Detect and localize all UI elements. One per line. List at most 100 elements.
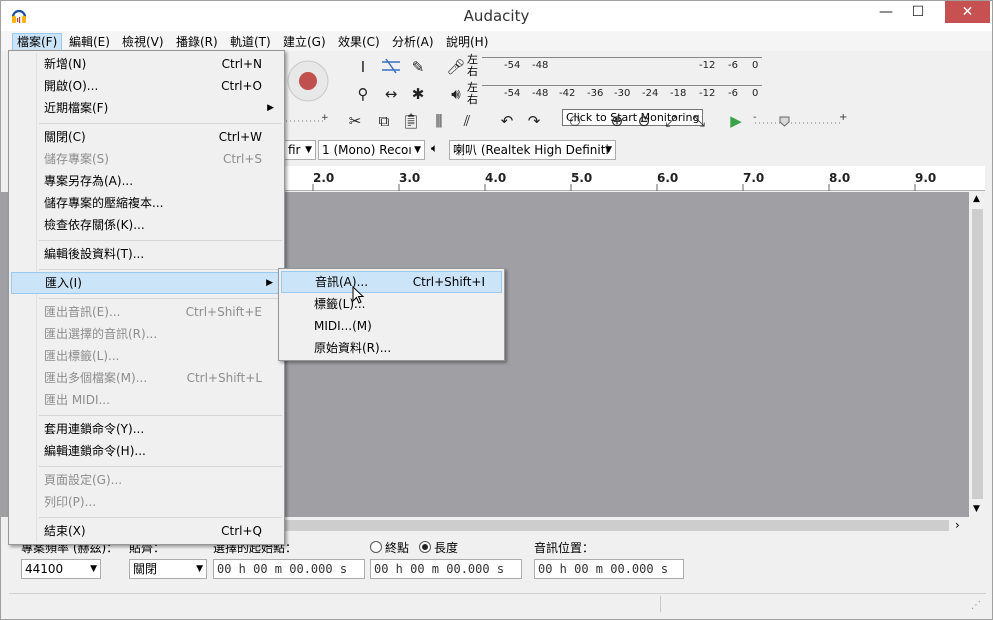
paste-icon[interactable]: 📋︎ xyxy=(399,110,423,132)
cut-icon[interactable]: ✂ xyxy=(343,110,367,132)
play-speed-slider[interactable]: - + xyxy=(753,112,848,127)
multi-tool-icon[interactable]: ✱ xyxy=(406,83,430,105)
menu-item-close[interactable]: 關閉(C) Ctrl+W xyxy=(11,126,282,148)
play-meter-tick: -54 xyxy=(504,88,521,99)
menu-item-apply-chain[interactable]: 套用連鎖命令(Y)... xyxy=(11,418,282,440)
menu-item-check-dependencies[interactable]: 檢查依存關係(K)... xyxy=(11,214,282,236)
menu-separator xyxy=(39,123,282,124)
sync-lock-icon[interactable]: ⏱ xyxy=(563,110,587,132)
selection-length-time[interactable]: 00 h 00 m 00.000 s xyxy=(370,559,522,579)
timeline-ruler[interactable]: 2.0 3.0 4.0 5.0 6.0 7.0 8.0 9.0 xyxy=(285,166,985,191)
menu-item-recent-files[interactable]: 近期檔案(F) ▶ xyxy=(11,97,282,119)
play-at-speed-icon[interactable]: ▶ xyxy=(724,110,748,132)
submenu-item-import-labels[interactable]: 標籤(L)... xyxy=(281,293,502,315)
menu-item-edit-chains[interactable]: 編輯連鎖命令(H)... xyxy=(11,440,282,462)
draw-tool-icon[interactable]: ✎ xyxy=(406,56,430,78)
record-meter-tick: -12 xyxy=(699,60,716,71)
speaker-icon[interactable]: 🔊︎ xyxy=(444,83,468,105)
minimize-button[interactable]: — xyxy=(871,1,901,23)
submenu-item-import-midi[interactable]: MIDI...(M) xyxy=(281,315,502,337)
ruler-tick-label: 7.0 xyxy=(743,171,765,185)
close-button[interactable]: ✕ xyxy=(945,1,990,23)
menu-edit[interactable]: 編輯(E) xyxy=(65,33,114,51)
fit-selection-icon[interactable]: ⤢ xyxy=(659,110,683,132)
envelope-tool-icon[interactable] xyxy=(379,56,403,78)
menu-file[interactable]: 檔案(F) xyxy=(12,33,63,51)
end-radio-label: 終點 xyxy=(385,541,410,555)
menu-item-export-selected-audio: 匯出選擇的音訊(R)... xyxy=(44,327,158,341)
resize-grip-icon[interactable]: ⋰ xyxy=(971,600,981,611)
menu-separator xyxy=(39,466,282,467)
menu-analyze[interactable]: 分析(A) xyxy=(388,33,438,51)
menu-item-export-midi: 匯出 MIDI... xyxy=(44,393,110,407)
menu-separator xyxy=(39,269,282,270)
play-meter-tick: -12 xyxy=(699,88,716,99)
silence-icon[interactable]: ⫽ xyxy=(455,110,479,132)
scroll-down-icon[interactable]: ▼ xyxy=(973,504,980,514)
menu-bar: 檔案(F) 編輯(E) 檢視(V) 播錄(R) 軌道(T) 建立(G) 效果(C… xyxy=(1,31,992,51)
menu-effect[interactable]: 效果(C) xyxy=(334,33,384,51)
menu-view[interactable]: 檢視(V) xyxy=(118,33,168,51)
submenu-item-import-raw[interactable]: 原始資料(R)... xyxy=(281,337,502,359)
selection-start-time[interactable]: 00 h 00 m 00.000 s xyxy=(213,559,365,579)
zoom-out-icon[interactable]: ⊖ xyxy=(632,110,656,132)
microphone-icon[interactable]: 🎤︎ xyxy=(444,56,468,78)
play-meter-tick: -6 xyxy=(728,88,738,99)
audio-position-label: 音訊位置： xyxy=(534,541,595,555)
menu-separator xyxy=(39,415,282,416)
menu-help[interactable]: 說明(H) xyxy=(442,33,492,51)
length-radio[interactable] xyxy=(419,541,431,553)
recording-channels-select[interactable]: 1 (Mono) Recoı ▼ xyxy=(318,140,425,160)
record-button[interactable] xyxy=(286,59,330,103)
ruler-tick-label: 3.0 xyxy=(399,171,421,185)
scroll-up-icon[interactable]: ▲ xyxy=(973,194,980,204)
project-rate-select[interactable]: 44100 ▼ xyxy=(21,559,101,579)
menu-item-import[interactable]: 匯入(I) ▶ xyxy=(11,272,282,294)
zoom-in-icon[interactable]: ⊕ xyxy=(605,110,629,132)
length-radio-label: 長度 xyxy=(434,541,459,555)
trim-icon[interactable]: ⫼ xyxy=(427,110,451,132)
scroll-right-icon[interactable]: › xyxy=(955,518,960,532)
playback-device-select[interactable]: 喇叭 (Realtek High Definiti ▼ xyxy=(449,140,616,160)
submenu-item-import-audio[interactable]: 音訊(A)... Ctrl+Shift+I xyxy=(281,271,502,293)
maximize-button[interactable]: ☐ xyxy=(903,1,933,23)
redo-icon[interactable]: ↷ xyxy=(522,110,546,132)
mixer-slider[interactable]: + xyxy=(286,113,331,123)
end-radio[interactable] xyxy=(370,541,382,553)
fit-project-icon[interactable]: ⤡ xyxy=(687,110,711,132)
menu-item-exit[interactable]: 結束(X) Ctrl+Q xyxy=(11,520,282,542)
menu-tracks[interactable]: 軌道(T) xyxy=(226,33,275,51)
selection-tool-icon[interactable]: I xyxy=(351,56,375,78)
audio-host-select[interactable]: fir ▼ xyxy=(285,140,316,160)
file-menu-dropdown: 新增(N) Ctrl+N 開啟(O)... Ctrl+O 近期檔案(F) ▶ 關閉(C… xyxy=(8,50,285,545)
svg-text:+: + xyxy=(839,113,847,123)
mouse-cursor-icon xyxy=(352,286,365,304)
timeshift-tool-icon[interactable]: ↔ xyxy=(379,83,403,105)
menu-separator xyxy=(39,517,282,518)
horizontal-scroll-thumb[interactable] xyxy=(277,520,949,531)
vertical-scroll-thumb[interactable] xyxy=(972,209,983,499)
menu-item-new[interactable]: 新增(N) Ctrl+N xyxy=(11,53,282,75)
record-meter[interactable] xyxy=(482,57,762,75)
title-bar: Audacity — ☐ ✕ xyxy=(1,1,992,31)
audio-position-time[interactable]: 00 h 00 m 00.000 s xyxy=(534,559,684,579)
ruler-tick-label: 8.0 xyxy=(829,171,851,185)
menu-item-save-compressed-copy[interactable]: 儲存專案的壓縮複本... xyxy=(11,192,282,214)
menu-generate[interactable]: 建立(G) xyxy=(279,33,330,51)
record-meter-tick: -48 xyxy=(532,60,549,71)
menu-transport[interactable]: 播錄(R) xyxy=(172,33,222,51)
menu-item-open[interactable]: 開啟(O)... Ctrl+O xyxy=(11,75,282,97)
undo-icon[interactable]: ↶ xyxy=(495,110,519,132)
svg-text:-: - xyxy=(753,113,757,123)
copy-icon[interactable]: ⧉ xyxy=(372,110,396,132)
play-meter-tick: -24 xyxy=(642,88,659,99)
status-bar: ⋰ xyxy=(9,593,986,613)
zoom-tool-icon[interactable]: ⚲ xyxy=(351,83,375,105)
menu-item-save-project-as[interactable]: 專案另存為(A)... xyxy=(11,170,282,192)
play-meter-tick: -42 xyxy=(559,88,576,99)
snap-select[interactable]: 關閉 ▼ xyxy=(129,559,207,579)
menu-item-edit-metadata[interactable]: 編輯後設資料(T)... xyxy=(11,243,282,265)
ruler-tick-label: 2.0 xyxy=(313,171,335,185)
record-meter-tick: -6 xyxy=(728,60,738,71)
play-meter-tick: -36 xyxy=(587,88,604,99)
